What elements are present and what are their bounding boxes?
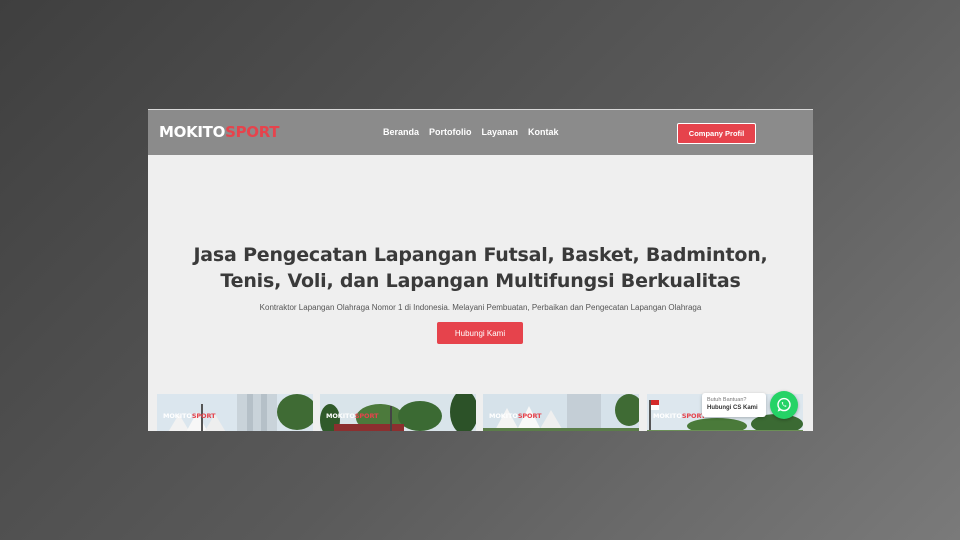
main-nav: Beranda Portofolio Layanan Kontak bbox=[383, 127, 559, 138]
hero-title-line-1: Jasa Pengecatan Lapangan Futsal, Basket,… bbox=[193, 244, 768, 266]
nav-item-portofolio[interactable]: Portofolio bbox=[429, 127, 472, 138]
chat-help-bubble[interactable]: Butuh Bantuan? Hubungi CS Kami bbox=[702, 393, 766, 417]
website-viewport: MOKITOSPORT Beranda Portofolio Layanan K… bbox=[148, 109, 813, 431]
site-logo[interactable]: MOKITOSPORT bbox=[159, 123, 280, 141]
gallery-image-1-logo-sport: SPORT bbox=[191, 412, 216, 420]
contact-us-button[interactable]: Hubungi Kami bbox=[437, 322, 523, 344]
gallery-image-3[interactable]: MOKITOSPORT bbox=[483, 394, 639, 431]
hero-title: Jasa Pengecatan Lapangan Futsal, Basket,… bbox=[148, 242, 813, 294]
company-profile-button[interactable]: Company Profil bbox=[677, 123, 756, 144]
gallery-image-2-logo-mokito: MOKITO bbox=[326, 412, 355, 420]
site-header: MOKITOSPORT Beranda Portofolio Layanan K… bbox=[148, 110, 813, 155]
whatsapp-chat-button[interactable] bbox=[770, 391, 798, 419]
nav-item-layanan[interactable]: Layanan bbox=[482, 127, 519, 138]
gallery-image-2-logo: MOKITOSPORT bbox=[326, 412, 379, 420]
gallery-image-3-logo-sport: SPORT bbox=[517, 412, 542, 420]
gallery-image-3-logo: MOKITOSPORT bbox=[489, 412, 542, 420]
whatsapp-icon bbox=[777, 397, 791, 412]
gallery-image-3-logo-mokito: MOKITO bbox=[489, 412, 518, 420]
gallery-image-4-logo: MOKITOSPORT bbox=[653, 412, 706, 420]
logo-text-mokito: MOKITO bbox=[159, 123, 226, 141]
nav-item-beranda[interactable]: Beranda bbox=[383, 127, 419, 138]
gallery-image-1[interactable]: MOKITOSPORT bbox=[157, 394, 313, 431]
gallery-image-2[interactable]: MOKITOSPORT bbox=[320, 394, 476, 431]
chat-help-action: Hubungi CS Kami bbox=[707, 405, 758, 411]
hero-subtitle: Kontraktor Lapangan Olahraga Nomor 1 di … bbox=[259, 303, 702, 312]
gallery-image-4-logo-mokito: MOKITO bbox=[653, 412, 682, 420]
gallery-image-1-logo-mokito: MOKITO bbox=[163, 412, 192, 420]
chat-help-question: Butuh Bantuan? bbox=[707, 397, 747, 403]
gallery-image-2-logo-sport: SPORT bbox=[354, 412, 379, 420]
gallery-image-1-logo: MOKITOSPORT bbox=[163, 412, 216, 420]
logo-text-sport: SPORT bbox=[225, 123, 280, 141]
hero-title-line-2: Tenis, Voli, dan Lapangan Multifungsi Be… bbox=[220, 270, 741, 292]
nav-item-kontak[interactable]: Kontak bbox=[528, 127, 559, 138]
